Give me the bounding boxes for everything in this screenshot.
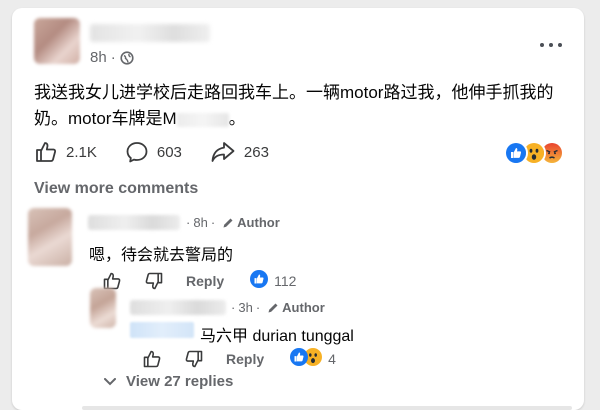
plate-number-redacted <box>176 112 229 127</box>
post-actions: 2.1K 603 263 <box>34 136 564 168</box>
post-text: 我送我女儿进学校后走路回我车上。一辆motor路过我，他伸手抓我的 奶。moto… <box>34 80 574 132</box>
comment-reactions[interactable]: 4 <box>290 348 336 369</box>
thumbs-up-icon <box>143 350 161 367</box>
mention-redacted[interactable] <box>130 322 194 338</box>
pen-icon <box>267 302 279 314</box>
post-header: 8h · <box>34 18 574 70</box>
author-badge: Author <box>282 300 325 315</box>
commenter-avatar[interactable] <box>28 208 72 266</box>
reaction-count: 4 <box>328 350 336 367</box>
share-button[interactable]: 263 <box>210 140 269 164</box>
like-reaction-icon <box>504 141 528 165</box>
thumbs-up-icon <box>34 140 58 164</box>
like-button[interactable]: 2.1K <box>34 140 97 164</box>
post-text-line2: 奶。motor车牌是M。 <box>34 109 246 128</box>
comment-input-edge <box>82 406 572 410</box>
post-card: 8h · 我送我女儿进学校后走路回我车上。一辆motor路过我，他伸手抓我的 奶… <box>12 8 584 410</box>
commenter-name-redacted[interactable] <box>88 215 180 230</box>
pen-icon <box>222 217 234 229</box>
view-replies-link[interactable]: View 27 replies <box>104 373 233 390</box>
view-more-comments-link[interactable]: View more comments <box>34 180 198 198</box>
like-reaction-icon <box>290 348 309 369</box>
thumbs-down-icon <box>185 350 203 367</box>
reaction-summary[interactable] <box>504 141 564 165</box>
post-time[interactable]: 8h <box>90 49 107 66</box>
chevron-down-icon <box>104 377 126 386</box>
globe-icon[interactable] <box>120 50 134 65</box>
commenter-name-redacted[interactable] <box>130 300 226 315</box>
comment-time[interactable]: 3h <box>238 300 252 315</box>
share-arrow-icon <box>210 140 236 164</box>
comment-dislike-button[interactable] <box>184 349 204 369</box>
post-meta: 8h · <box>90 49 134 66</box>
comment-text: 马六甲 durian tunggal <box>200 328 354 345</box>
separator-dot: · <box>110 49 116 66</box>
comment-meta: · 3h · Author <box>231 300 325 315</box>
comment-actions: Reply 4 <box>142 348 336 369</box>
commenter-avatar[interactable] <box>90 288 116 328</box>
comment-text: 嗯，待会就去警局的 <box>89 247 234 264</box>
comment-meta: · 8h · Author <box>186 215 280 230</box>
comment: · 8h · Author 嗯，待会就去警局的 Reply 112 <box>28 208 568 298</box>
comment-count: 603 <box>156 143 182 161</box>
more-options-icon[interactable] <box>540 40 562 50</box>
reply-button[interactable]: Reply <box>226 351 264 367</box>
reply-comment: · 3h · Author 马六甲 durian tunggal Reply 4 <box>90 288 570 368</box>
reply-button[interactable]: Reply <box>186 273 224 289</box>
post-text-line1: 我送我女儿进学校后走路回我车上。一辆motor路过我，他伸手抓我的 <box>34 83 554 102</box>
comment-time[interactable]: 8h <box>193 215 207 230</box>
avatar[interactable] <box>34 18 80 64</box>
reaction-count: 112 <box>274 272 297 289</box>
like-count: 2.1K <box>66 143 97 161</box>
share-count: 263 <box>243 143 269 161</box>
comment-like-button[interactable] <box>142 349 162 369</box>
author-name-redacted[interactable] <box>90 24 210 42</box>
comment-button[interactable]: 603 <box>125 140 182 164</box>
author-badge: Author <box>237 215 280 230</box>
view-replies-label: View 27 replies <box>126 373 234 390</box>
comment-bubble-icon <box>125 140 149 164</box>
